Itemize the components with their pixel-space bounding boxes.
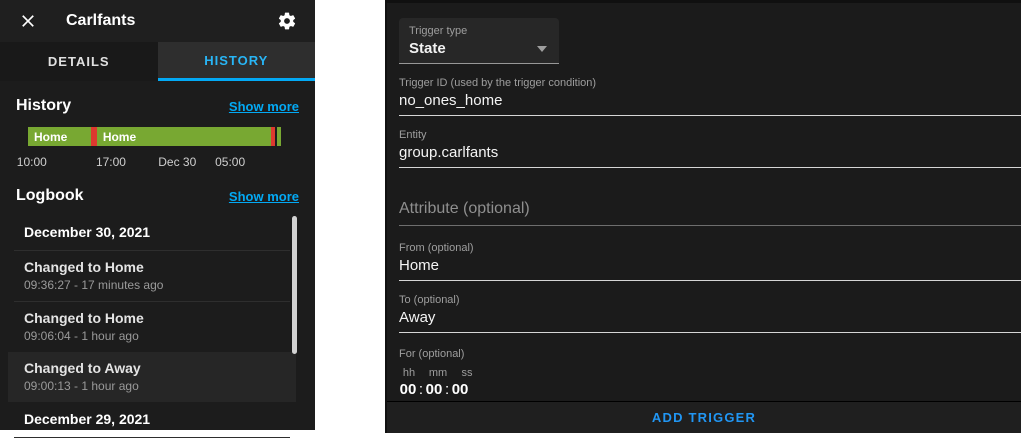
- trigger-id-input[interactable]: no_ones_home: [399, 89, 1021, 116]
- history-timeline-bar[interactable]: Home Home: [28, 127, 281, 146]
- entity-label: Entity: [399, 129, 427, 141]
- duration-unit-mm: mm: [428, 367, 448, 379]
- timeline-axis-tick: 10:00: [16, 155, 47, 169]
- timeline-axis-tick: Dec 30: [158, 155, 197, 169]
- logbook-entry[interactable]: Changed to Home 09:36:27 - 17 minutes ag…: [8, 251, 296, 301]
- logbook-entry-time: 09:36:27 - 17 minutes ago: [24, 278, 164, 292]
- duration-unit-ss: ss: [461, 367, 473, 379]
- gear-icon[interactable]: [275, 9, 299, 33]
- logbook-entry-title: Changed to Home: [24, 259, 144, 275]
- history-show-more-link[interactable]: Show more: [229, 99, 299, 114]
- for-label: For (optional): [399, 348, 465, 360]
- logbook-entry[interactable]: Changed to Away 09:00:13 - 1 hour ago: [8, 352, 296, 402]
- logbook-entry-title: Changed to Home: [24, 310, 144, 326]
- tab-details[interactable]: DETAILS: [0, 42, 158, 81]
- entity-field: Entity group.carlfants: [399, 129, 1021, 168]
- duration-minutes-input[interactable]: 00: [425, 381, 443, 398]
- history-heading: History: [16, 97, 72, 114]
- chevron-down-icon: [537, 45, 547, 52]
- trigger-id-field: Trigger ID (used by the trigger conditio…: [399, 77, 1021, 116]
- timeline-segment-home[interactable]: Home: [28, 127, 92, 146]
- timeline-state-label: Home: [102, 129, 137, 144]
- trigger-editor-panel: Trigger type State Trigger ID (used by t…: [385, 0, 1021, 433]
- logbook-entry-time: 09:00:13 - 1 hour ago: [24, 379, 139, 393]
- history-timeline-axis: 10:00 17:00 Dec 30 05:00: [17, 155, 281, 171]
- to-label: To (optional): [399, 294, 460, 306]
- timeline-axis-tick: 17:00: [95, 155, 126, 169]
- from-field: From (optional) Home: [399, 242, 1021, 281]
- logbook-scrollbar[interactable]: [292, 216, 297, 354]
- dialog-header: Carlfants: [0, 0, 315, 42]
- logbook-entry[interactable]: Changed to Home 09:06:04 - 1 hour ago: [8, 302, 296, 352]
- from-label: From (optional): [399, 242, 474, 254]
- logbook-entry-time: 09:06:04 - 1 hour ago: [24, 329, 139, 343]
- attribute-field: Attribute (optional): [399, 198, 1021, 226]
- timeline-segment-home[interactable]: [276, 127, 281, 146]
- logbook-date-header: December 29, 2021: [24, 411, 151, 427]
- timeline-axis-tick: 05:00: [215, 155, 246, 169]
- trigger-id-label: Trigger ID (used by the trigger conditio…: [399, 77, 597, 89]
- attribute-input[interactable]: Attribute (optional): [399, 198, 1021, 226]
- duration-hours-input[interactable]: 00: [399, 381, 417, 398]
- logbook-date-header: December 30, 2021: [24, 224, 151, 240]
- add-trigger-button[interactable]: ADD TRIGGER: [652, 410, 756, 425]
- trigger-type-label: Trigger type: [409, 25, 468, 37]
- close-icon[interactable]: [16, 9, 40, 33]
- panel-footer: ADD TRIGGER: [387, 401, 1021, 433]
- duration-unit-hh: hh: [402, 367, 416, 379]
- to-input[interactable]: Away: [399, 306, 1021, 333]
- duration-separator: :: [418, 381, 424, 398]
- duration-seconds-input[interactable]: 00: [451, 381, 469, 398]
- trigger-type-value: State: [409, 40, 446, 57]
- to-field: To (optional) Away: [399, 294, 1021, 333]
- timeline-segment-home[interactable]: Home: [96, 127, 272, 146]
- logbook-show-more-link[interactable]: Show more: [229, 189, 299, 204]
- trigger-type-select[interactable]: Trigger type State: [399, 18, 559, 64]
- duration-separator: :: [444, 381, 450, 398]
- timeline-state-label: Home: [34, 129, 68, 144]
- tab-bar: DETAILS HISTORY: [0, 42, 315, 81]
- history-timeline: Home Home 10:00 17:00 Dec 30 05:00: [17, 127, 281, 171]
- logbook-entry-title: Changed to Away: [24, 360, 141, 376]
- duration-input: hh mm ss 00:00:00: [399, 367, 1021, 403]
- from-input[interactable]: Home: [399, 254, 1021, 281]
- tab-history[interactable]: HISTORY: [157, 42, 315, 81]
- logbook-heading: Logbook: [16, 187, 84, 204]
- entity-input[interactable]: group.carlfants: [399, 141, 1021, 168]
- entity-title: Carlfants: [66, 12, 136, 29]
- dialog-content: History Show more Home Home 10:00 17:00 Dec…: [0, 97, 315, 438]
- entity-dialog: Carlfants DETAILS HISTORY History Show m…: [0, 0, 315, 438]
- logbook-list: December 30, 2021 Changed to Home 09:36:…: [8, 215, 296, 438]
